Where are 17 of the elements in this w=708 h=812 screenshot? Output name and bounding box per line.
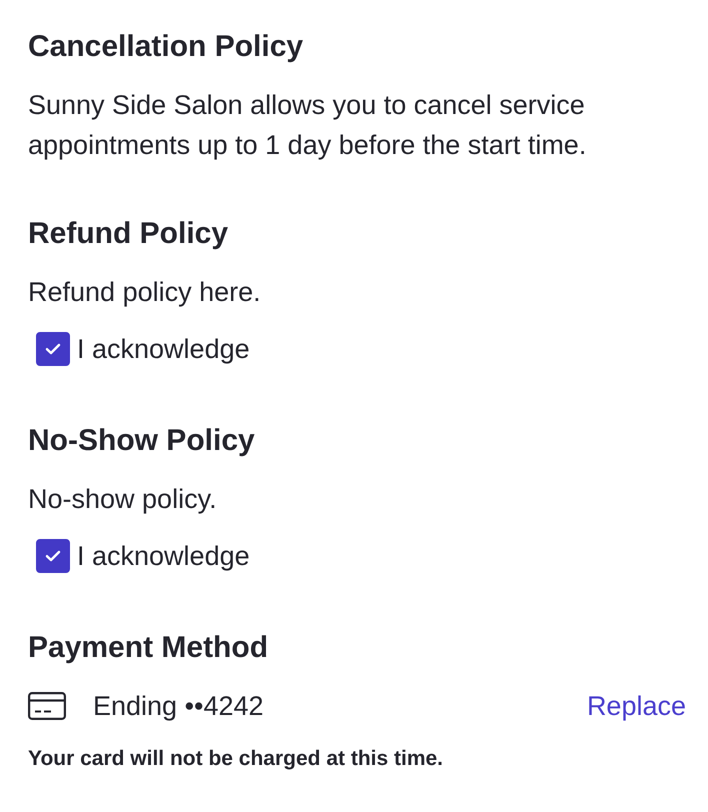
checkbox-label[interactable]: I acknowledge — [77, 539, 250, 573]
section-heading: No-Show Policy — [28, 423, 255, 459]
replace-link[interactable]: Replace — [586, 686, 686, 726]
payment-note: Your card will not be charged at this time. — [28, 746, 444, 772]
section-heading: Refund Policy — [28, 216, 228, 252]
section-heading: Cancellation Policy — [28, 29, 304, 65]
checkbox[interactable] — [36, 539, 70, 573]
checkbox[interactable] — [36, 332, 70, 366]
credit-card-icon — [28, 692, 66, 720]
checkbox-label[interactable]: I acknowledge — [77, 332, 250, 366]
policy-text: No-show policy. — [28, 483, 217, 516]
card-number: Ending ••4242 — [93, 690, 264, 723]
policy-text: Refund policy here. — [28, 276, 261, 309]
checkmark-icon — [45, 550, 61, 562]
section-heading: Payment Method — [28, 630, 268, 666]
checkmark-icon — [45, 343, 61, 355]
policy-text: Sunny Side Salon allows you to cancel service appointments up to 1 day before the start time. — [28, 89, 588, 162]
